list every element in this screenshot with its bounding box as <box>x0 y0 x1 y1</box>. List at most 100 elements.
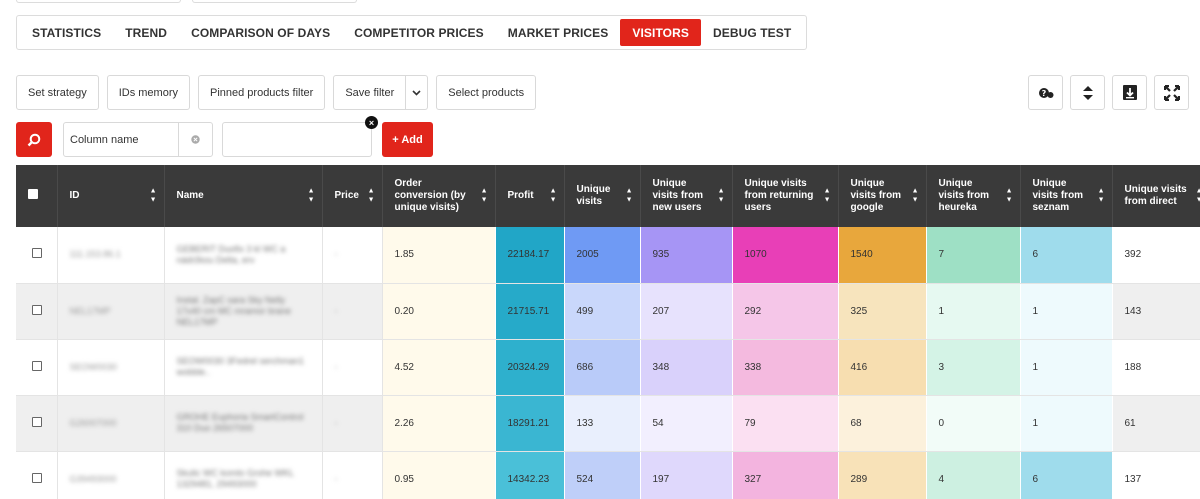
sort-arrows-icon[interactable]: ▲ ▼ <box>626 188 633 204</box>
cell-value: 4 <box>938 473 945 485</box>
export-button[interactable] <box>1112 75 1147 110</box>
table-row[interactable]: NEL17MP Instal. ZapC sara Sky Nelly 17x40… <box>16 283 1200 340</box>
table-row[interactable]: 111.153.86.1 GEBERIT Duofix 3 kl WC a nád… <box>16 227 1200 284</box>
cell-price: - <box>322 451 383 499</box>
table-header-row: ID ▲ ▼ Name ▲ ▼ Price ▲ ▼ Order conversion (by un… <box>16 165 1200 227</box>
table-row[interactable]: G26007000 GROHE Euphoria SmartControl 310… <box>16 395 1200 452</box>
search-button[interactable] <box>16 122 52 157</box>
cell-returning: 79 <box>732 395 839 452</box>
save-filter-split-button: Save filter <box>333 75 429 110</box>
chevron-down-icon: ▼ <box>549 196 557 204</box>
tab-market-prices[interactable]: MARKET PRICES <box>496 19 621 46</box>
sort-arrows-icon[interactable]: ▲ ▼ <box>1195 187 1200 204</box>
tab-comparison-of-days[interactable]: COMPARISON OF DAYS <box>179 19 342 46</box>
column-header-label: Profit <box>507 190 534 201</box>
cell-value: 4.52 <box>394 361 414 373</box>
chevron-up-icon: ▲ <box>823 187 831 195</box>
column-header[interactable]: Unique visits from new users ▲ ▼ <box>640 165 733 227</box>
column-header[interactable]: Unique visits from heureka ▲ ▼ <box>926 165 1021 227</box>
cell-conversion: 2.26 <box>382 395 496 452</box>
pinned-products-filter-button[interactable]: Pinned products filter <box>197 75 326 110</box>
sort-arrows-icon[interactable]: ▲ ▼ <box>718 188 725 204</box>
fullscreen-button[interactable] <box>1154 75 1189 110</box>
tab-statistics[interactable]: STATISTICS <box>20 19 113 46</box>
cell-name: Instal. ZapC sara Sky Nelly 17x40 cm MC … <box>164 283 323 340</box>
column-header[interactable]: Unique visits from seznam ▲ ▼ <box>1020 165 1113 227</box>
column-header[interactable]: Unique visits from direct ▲ ▼ <box>1112 165 1200 227</box>
row-checkbox[interactable] <box>32 248 42 259</box>
row-checkbox[interactable] <box>32 360 42 371</box>
cell-heureka: 1 <box>926 283 1021 340</box>
set-strategy-button[interactable]: Set strategy <box>16 75 99 110</box>
download-icon <box>1122 85 1137 100</box>
cell-value: 18291.21 <box>507 417 550 429</box>
save-filter-button[interactable]: Save filter <box>333 75 407 110</box>
table-row[interactable]: G39493000 Skulic WC komlo Grohe WKL 13294… <box>16 451 1200 499</box>
cell-value: 1070 <box>744 249 767 261</box>
table-row[interactable]: SEOW0030 SEOW0030 3Fedrel serchman1 wobbl… <box>16 339 1200 396</box>
cell-value: 935 <box>652 249 670 261</box>
row-checkbox[interactable] <box>32 304 42 315</box>
add-filter-button[interactable]: + Add <box>382 122 433 157</box>
sort-icon <box>1082 85 1093 100</box>
sort-arrows-icon[interactable]: ▲ ▼ <box>308 188 315 204</box>
chevron-up-icon: ▲ <box>911 187 919 195</box>
column-header-label: Unique visits from direct <box>1124 184 1187 207</box>
cell-direct: 137 <box>1112 451 1200 499</box>
cell-value: 1 <box>1032 305 1039 317</box>
sort-arrows-icon[interactable]: ▲ ▼ <box>150 188 157 204</box>
cell-value: NEL17MP <box>69 305 111 316</box>
sort-arrows-icon[interactable]: ▲ ▼ <box>481 188 488 204</box>
column-header[interactable]: Unique visits ▲ ▼ <box>564 165 641 227</box>
select-all-checkbox[interactable] <box>28 189 38 199</box>
cell-value: 1540 <box>850 249 873 261</box>
column-header[interactable]: Unique visits from returning users ▲ ▼ <box>732 165 839 227</box>
cell-value: 6 <box>1032 473 1039 485</box>
column-header[interactable]: Unique visits from google ▲ ▼ <box>838 165 927 227</box>
cell-value: 289 <box>850 473 868 485</box>
sort-arrows-icon[interactable]: ▲ ▼ <box>911 187 919 204</box>
select-products-button[interactable]: Select products <box>436 75 537 110</box>
help-button[interactable]: ? <box>1028 75 1063 110</box>
sort-arrows-icon[interactable]: ▲ ▼ <box>368 188 375 204</box>
close-filter-icon[interactable]: × <box>365 116 378 129</box>
cell-returning: 338 <box>732 339 839 396</box>
chevron-up-icon: ▲ <box>1195 187 1200 195</box>
column-name-select[interactable]: Column name <box>63 122 213 157</box>
chevron-down-icon: ▼ <box>911 196 919 204</box>
cell-seznam: 1 <box>1020 339 1113 396</box>
sort-toggle-button[interactable] <box>1070 75 1105 110</box>
tab-trend[interactable]: TREND <box>113 19 179 46</box>
cell-value: 188 <box>1124 361 1142 373</box>
sort-arrows-icon[interactable]: ▲ ▼ <box>1005 188 1013 204</box>
sort-arrows-icon[interactable]: ▲ ▼ <box>823 187 831 204</box>
cell-value: 68 <box>850 417 862 429</box>
tab-debug-test[interactable]: DEBUG TEST <box>701 19 803 46</box>
column-header[interactable]: Name ▲ ▼ <box>164 165 323 227</box>
row-select-cell <box>16 339 58 396</box>
chevron-down-icon: ▼ <box>1005 196 1013 204</box>
filter-value-input[interactable] <box>222 122 372 157</box>
cell-name: GEBERIT Duofix 3 kl WC a nádržkou Delta,… <box>164 227 323 284</box>
report-tabs: STATISTICS TREND COMPARISON OF DAYS COMPETI… <box>16 15 808 50</box>
column-header[interactable]: Price ▲ ▼ <box>322 165 383 227</box>
row-checkbox[interactable] <box>32 416 42 427</box>
sort-arrows-icon[interactable]: ▲ ▼ <box>1098 188 1105 204</box>
sort-arrows-icon[interactable]: ▲ ▼ <box>549 188 557 204</box>
tab-visitors[interactable]: VISITORS <box>620 19 701 46</box>
ids-memory-button[interactable]: IDs memory <box>106 75 190 110</box>
select-all-header <box>16 165 58 227</box>
column-header[interactable]: ID ▲ ▼ <box>57 165 165 227</box>
column-header[interactable]: Order conversion (by unique visits) ▲ ▼ <box>382 165 496 227</box>
column-header[interactable]: Profit ▲ ▼ <box>495 165 565 227</box>
cell-direct: 61 <box>1112 395 1200 452</box>
cell-google: 416 <box>838 339 927 396</box>
column-header-label: Unique visits from returning users <box>744 178 814 213</box>
row-checkbox[interactable] <box>32 472 42 483</box>
save-filter-dropdown[interactable] <box>406 75 429 110</box>
tab-competitor-prices[interactable]: COMPETITOR PRICES <box>342 19 496 46</box>
cell-google: 289 <box>838 451 927 499</box>
clear-column-button[interactable] <box>178 123 212 156</box>
cell-value: G26007000 <box>69 417 117 428</box>
cell-value: 133 <box>576 417 594 429</box>
